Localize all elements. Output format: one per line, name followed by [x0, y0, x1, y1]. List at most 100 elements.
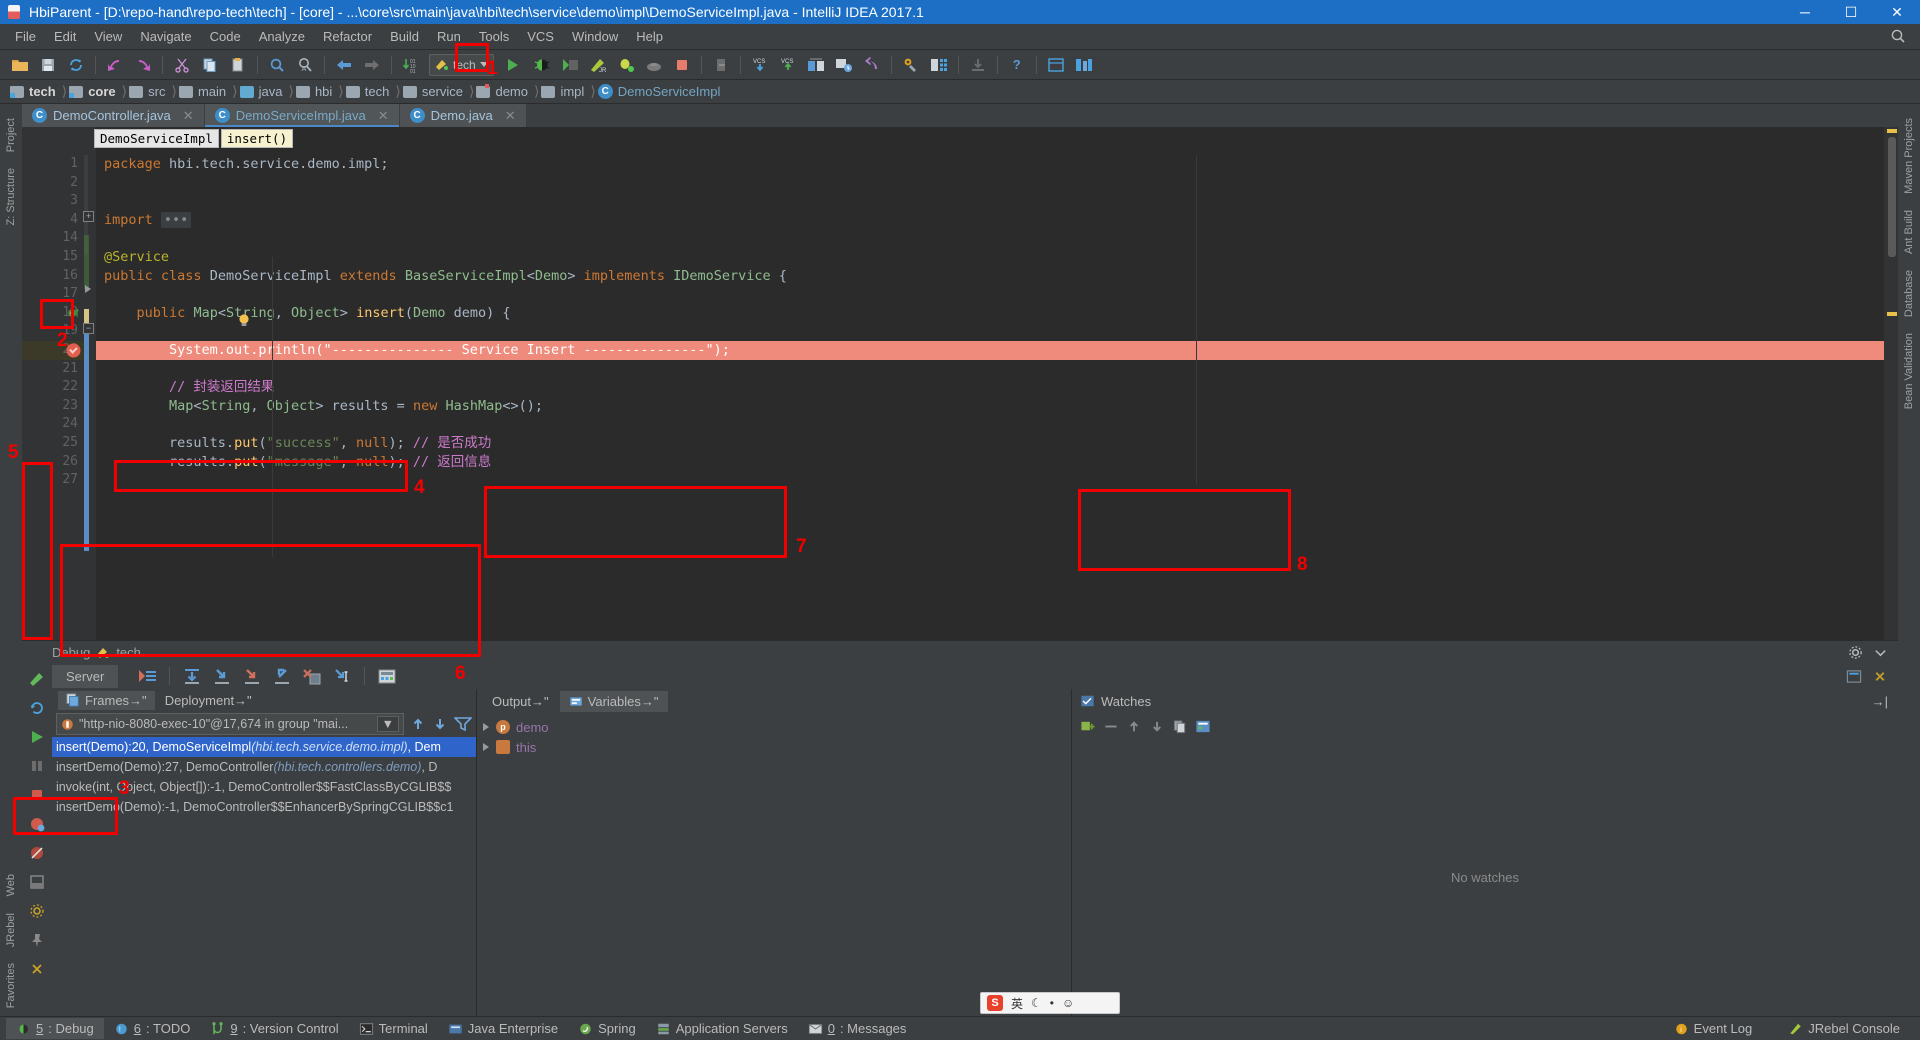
save-all-icon[interactable]	[35, 53, 61, 77]
editor-gutter[interactable]: 1 2 3 4 14 15 16 17 18 O 19 20	[22, 127, 84, 640]
close-icon[interactable]: ✕	[183, 108, 194, 124]
bottom-tab-version-control[interactable]: 9: Version Control	[200, 1018, 348, 1039]
attach-profiler-icon[interactable]	[641, 53, 667, 77]
forward-icon[interactable]	[359, 53, 385, 77]
moon-icon[interactable]: ☾	[1031, 996, 1042, 1010]
menu-item-vcs[interactable]: VCS	[518, 25, 563, 48]
rerun-icon[interactable]	[27, 669, 47, 689]
open-folder-icon[interactable]	[7, 53, 33, 77]
window-controls[interactable]: ─ ☐ ✕	[1782, 0, 1920, 24]
debug-side-toolbar[interactable]	[22, 663, 52, 1016]
menu-item-code[interactable]: Code	[201, 25, 250, 48]
tab-demo[interactable]: C Demo.java ✕	[400, 104, 527, 127]
run-configuration-selector[interactable]: tech	[429, 54, 494, 76]
tab-democontroller[interactable]: C DemoController.java ✕	[22, 104, 205, 127]
debug-step-toolbar[interactable]	[118, 665, 400, 687]
fold-expand-icon[interactable]: +	[83, 211, 94, 222]
breadcrumb-item-core[interactable]: core	[67, 84, 121, 99]
minimize-panel-icon[interactable]	[1873, 645, 1888, 660]
sidebar-item-web[interactable]: Web	[5, 866, 17, 904]
show-execution-point-icon[interactable]	[134, 665, 160, 687]
thread-dropdown[interactable]: "http-nio-8080-exec-10"@17,674 in group …	[56, 713, 404, 735]
stop-icon[interactable]	[27, 785, 47, 805]
redo-icon[interactable]	[130, 53, 156, 77]
frames-list[interactable]: insert(Demo):20, DemoServiceImpl(hbi.tec…	[52, 737, 476, 1016]
chevron-down-icon[interactable]	[480, 62, 488, 67]
find-icon[interactable]	[264, 53, 290, 77]
chevron-right-icon[interactable]	[483, 743, 489, 751]
breadcrumb-item-impl[interactable]: impl	[539, 84, 590, 99]
tab-deployment[interactable]: Deployment→"	[157, 691, 260, 710]
step-out-icon[interactable]	[269, 665, 295, 687]
breadcrumb-item-tech2[interactable]: tech	[344, 84, 396, 99]
menu-item-window[interactable]: Window	[563, 25, 627, 48]
close-button[interactable]: ✕	[1874, 0, 1920, 24]
vcs-update-icon[interactable]: VCS	[747, 53, 773, 77]
sidebar-item-project[interactable]: Project	[5, 110, 17, 160]
smiley-icon[interactable]: ☺	[1062, 996, 1074, 1010]
evaluate-expression-icon[interactable]	[374, 665, 400, 687]
add-watch-icon[interactable]	[1080, 719, 1096, 734]
sql-console-icon[interactable]	[1043, 53, 1069, 77]
tab-server[interactable]: Server	[52, 665, 118, 688]
run-button[interactable]	[499, 53, 525, 77]
fold-collapse-icon[interactable]: −	[83, 323, 94, 334]
help-icon[interactable]: ?	[1004, 53, 1030, 77]
fold-arrow-icon[interactable]	[85, 285, 91, 293]
menu-item-build[interactable]: Build	[381, 25, 428, 48]
bottom-tab-debug[interactable]: 5: Debug	[6, 1018, 104, 1039]
breadcrumb-item-main[interactable]: main	[177, 84, 232, 99]
back-icon[interactable]	[331, 53, 357, 77]
warning-marker[interactable]	[1887, 312, 1897, 316]
move-up-icon[interactable]	[410, 716, 426, 732]
project-structure-icon[interactable]	[926, 53, 952, 77]
vcs-commit-icon[interactable]: VCS	[775, 53, 801, 77]
menu-item-view[interactable]: View	[85, 25, 131, 48]
close-icon[interactable]: ✕	[378, 108, 389, 124]
resume-program-icon[interactable]	[27, 727, 47, 747]
variables-list[interactable]: p demo this	[477, 713, 1071, 1016]
restore-layout-icon[interactable]	[27, 872, 47, 892]
remove-watch-icon[interactable]	[1103, 719, 1119, 734]
search-icon[interactable]	[1890, 28, 1906, 44]
ime-toolbar[interactable]: S 英 ☾ • ☺	[980, 992, 1120, 1014]
stop-icon[interactable]	[669, 53, 695, 77]
view-breakpoints-icon[interactable]	[27, 814, 47, 834]
sidebar-item-favorites[interactable]: Favorites	[5, 955, 17, 1016]
frame-item[interactable]: insertDemo(Demo):-1, DemoController$$Enh…	[52, 797, 476, 817]
pin-icon[interactable]	[27, 930, 47, 950]
frame-item[interactable]: insertDemo(Demo):27, DemoController(hbi.…	[52, 757, 476, 777]
tab-frames[interactable]: Frames→"	[58, 691, 155, 710]
warning-marker[interactable]	[1887, 129, 1897, 133]
bottom-tab-todo[interactable]: ! 6: TODO	[104, 1018, 201, 1039]
step-into-icon[interactable]	[209, 665, 235, 687]
code-text-area[interactable]: package hbi.tech.service.demo.impl; impo…	[96, 127, 1884, 640]
sidebar-item-structure[interactable]: Z: Structure	[5, 160, 17, 233]
variable-row-demo[interactable]: p demo	[477, 717, 1071, 737]
settings-icon[interactable]	[1846, 669, 1862, 684]
diagram-icon[interactable]	[1071, 53, 1097, 77]
close-panel-icon[interactable]	[27, 959, 47, 979]
intention-bulb-icon[interactable]	[236, 313, 252, 329]
copy-icon[interactable]	[197, 53, 223, 77]
code-editor[interactable]: DemoServiceImpl insert() 1 2 3 4 14 15 1…	[22, 127, 1898, 640]
bottom-tab-spring[interactable]: Spring	[568, 1018, 646, 1039]
menu-item-run[interactable]: Run	[428, 25, 470, 48]
drop-frame-icon[interactable]	[299, 665, 325, 687]
sidebar-item-maven[interactable]: Maven Projects	[1903, 110, 1915, 202]
override-method-icon[interactable]: O	[68, 307, 79, 319]
pause-icon[interactable]	[27, 756, 47, 776]
dot-icon[interactable]: •	[1050, 996, 1054, 1010]
force-step-into-icon[interactable]	[239, 665, 265, 687]
breadcrumb-item-hbi[interactable]: hbi	[294, 84, 338, 99]
breadcrumb-item-tech[interactable]: tech	[8, 84, 62, 99]
tab-demoserviceimpl[interactable]: C DemoServiceImpl.java ✕	[205, 104, 400, 127]
bottom-tab-application-servers[interactable]: Application Servers	[646, 1018, 798, 1039]
gear-icon[interactable]	[1848, 645, 1863, 660]
rerun-failed-icon[interactable]	[27, 698, 47, 718]
compare-icon[interactable]	[803, 53, 829, 77]
evaluate-icon[interactable]	[1195, 719, 1211, 734]
run-to-cursor-icon[interactable]	[329, 665, 355, 687]
bottom-tab-messages[interactable]: 0: Messages	[798, 1018, 917, 1039]
chevron-right-icon[interactable]	[483, 723, 489, 731]
